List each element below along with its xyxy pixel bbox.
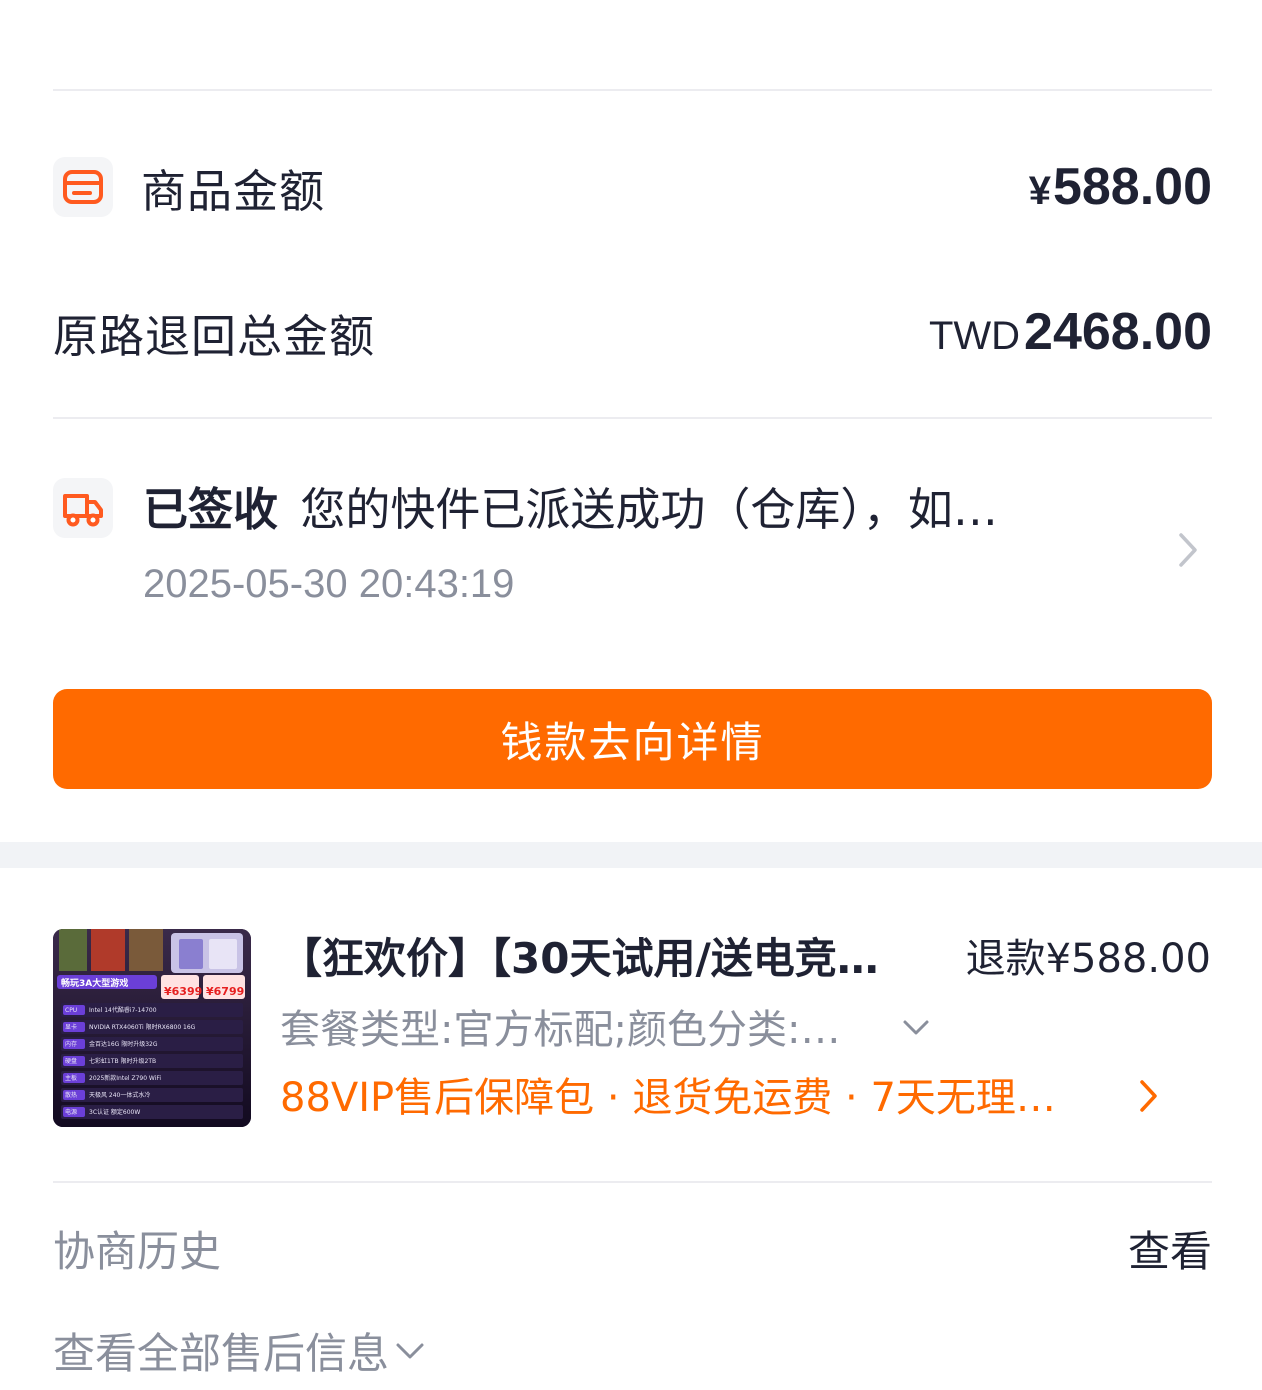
thumb-row-text: 天极风 240一体式水冷 [89,1091,150,1099]
logistics-status: 已签收 [143,483,279,536]
thumb-row-tag: CPU [65,1007,77,1014]
goods-amount-row: 商品金额 ¥588.00 [53,156,1212,218]
refund-total-row: 原路退回总金额 TWD2468.00 [53,300,1212,364]
service-row[interactable]: 88VIP售后保障包 · 退货免运费 · 7天无理… [280,1070,1170,1126]
svg-text:¥6399: ¥6399 [164,985,202,998]
product-spec: 套餐类型:官方标配;颜色分类:配… [280,1007,862,1053]
svg-text:畅玩3A大型游戏: 畅玩3A大型游戏 [61,977,128,989]
goods-amount-number: 588.00 [1052,158,1212,216]
product-thumbnail[interactable]: 畅玩3A大型游戏 ¥6399 ¥6799 CPU Intel 14代酷睿i7-14… [53,929,251,1127]
thumb-row-tag: 内存 [65,1040,77,1048]
history-view-button[interactable]: 查看 [1128,1218,1212,1279]
product-image: 畅玩3A大型游戏 ¥6399 ¥6799 CPU Intel 14代酷睿i7-14… [53,929,251,1127]
thumb-row-text: 3C认证 额定600W [89,1108,140,1116]
chevron-down-icon [902,1019,930,1041]
logistics-timestamp: 2025-05-30 20:43:19 [143,562,515,606]
refund-total-value: TWD2468.00 [929,302,1212,362]
thumb-row-tag: 主板 [65,1074,77,1082]
wallet-icon [53,157,113,217]
chevron-down-icon [395,1341,425,1365]
history-label: 协商历史 [53,1226,222,1276]
view-all-row[interactable]: 查看全部售后信息 [53,1320,1212,1380]
thumb-row-tag: 显卡 [65,1023,77,1031]
thumb-row-text: 七彩虹1TB 限时升级2TB [89,1057,156,1065]
service-tags: 88VIP售后保障包 · 退货免运费 · 7天无理… [280,1075,1056,1121]
logistics-row[interactable]: 已签收 您的快件已派送成功（仓库），如… 2025-05-30 20:43:19 [53,470,1212,620]
truck-icon [53,478,113,538]
chevron-right-icon [1176,530,1200,574]
logistics-line: 已签收 您的快件已派送成功（仓库），如… [143,480,1103,540]
history-row: 协商历史 查看 [53,1218,1212,1278]
chevron-right-icon [1138,1078,1160,1118]
refund-amount: 退款¥588.00 [965,936,1211,982]
goods-amount-value: ¥588.00 [1029,157,1212,217]
product-spec-row[interactable]: 套餐类型:官方标配;颜色分类:配… [280,1002,930,1058]
thumb-row-tag: 硬盘 [65,1057,77,1065]
thumb-row-tag: 电源 [65,1108,77,1116]
thumb-row-text: 金百达16G 限时升级32G [89,1040,158,1048]
product-divider [53,1181,1212,1183]
mid-divider [53,417,1212,419]
refund-total-label: 原路退回总金额 [53,309,376,363]
thumb-row-tag: 散热 [65,1091,77,1099]
goods-amount-label: 商品金额 [141,164,326,218]
svg-text:¥6799: ¥6799 [206,985,244,998]
logistics-message: 您的快件已派送成功（仓库），如… [300,483,998,536]
refund-currency: TWD [928,314,1021,358]
thumb-row-text: Intel 14代酷睿i7-14700 [89,1006,157,1014]
money-flow-button[interactable]: 钱款去向详情 [53,689,1212,789]
section-separator [0,842,1262,868]
top-divider [53,89,1212,91]
currency-symbol: ¥ [1028,169,1051,213]
view-all-label: 查看全部售后信息 [53,1328,390,1378]
thumb-row-text: 2025新款Intel Z790 WiFi [89,1074,161,1082]
thumb-row-text: NVIDIA RTX4060Ti 限时RX6800 16G [89,1023,196,1031]
product-title[interactable]: 【狂欢价】【30天试用/送电竞… [280,930,920,988]
refund-total-number: 2468.00 [1024,303,1212,361]
